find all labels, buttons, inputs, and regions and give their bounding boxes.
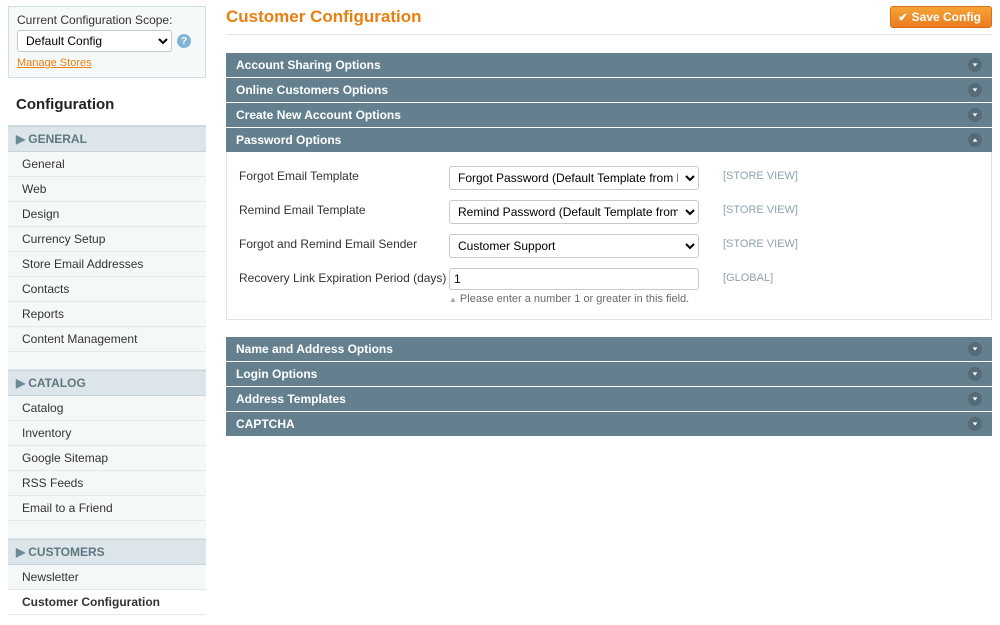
sidebar-item-catalog[interactable]: Catalog — [8, 396, 206, 421]
accordion-captcha[interactable]: CAPTCHA — [226, 411, 992, 436]
sidebar-item-inventory[interactable]: Inventory — [8, 421, 206, 446]
chevron-down-icon — [968, 367, 982, 381]
manage-stores-link[interactable]: Manage Stores — [17, 57, 92, 69]
sidebar-item-content-management[interactable]: Content Management — [8, 327, 206, 352]
sidebar-item-store-email-addresses[interactable]: Store Email Addresses — [8, 252, 206, 277]
accordion: Account Sharing Options Online Customers… — [226, 53, 992, 436]
recovery-label: Recovery Link Expiration Period (days) — [239, 268, 449, 285]
scope-tag: [STORE VIEW] — [723, 200, 798, 216]
recovery-hint: ▲Please enter a number 1 or greater in t… — [449, 293, 699, 305]
accordion-header-label: Create New Account Options — [236, 108, 401, 122]
sidebar-item-customer-configuration[interactable]: Customer Configuration — [8, 590, 206, 615]
content-header: Customer Configuration ✔ Save Config — [226, 6, 992, 35]
nav-section-header[interactable]: ▶CATALOG — [8, 370, 206, 396]
sidebar-item-currency-setup[interactable]: Currency Setup — [8, 227, 206, 252]
accordion-header-label: Name and Address Options — [236, 342, 393, 356]
help-icon[interactable]: ? — [177, 34, 191, 48]
main-content: Customer Configuration ✔ Save Config Acc… — [226, 6, 992, 615]
scope-tag: [STORE VIEW] — [723, 234, 798, 250]
scope-box: Current Configuration Scope: Default Con… — [8, 6, 206, 78]
configuration-heading: Configuration — [8, 86, 206, 126]
chevron-down-icon — [968, 108, 982, 122]
sender-select[interactable]: Customer Support — [449, 234, 699, 258]
sender-label: Forgot and Remind Email Sender — [239, 234, 449, 251]
page-title: Customer Configuration — [226, 7, 422, 27]
recovery-input[interactable] — [449, 268, 699, 290]
chevron-down-icon — [968, 392, 982, 406]
nav-section-header[interactable]: ▶GENERAL — [8, 126, 206, 152]
sidebar-item-contacts[interactable]: Contacts — [8, 277, 206, 302]
chevron-down-icon — [968, 83, 982, 97]
nav-section-spacer — [8, 352, 206, 370]
chevron-down-icon — [968, 58, 982, 72]
chevron-down-icon — [968, 342, 982, 356]
save-config-label: Save Config — [912, 10, 981, 24]
password-options-body: Forgot Email Template Forgot Password (D… — [226, 152, 992, 320]
accordion-name-address[interactable]: Name and Address Options — [226, 336, 992, 361]
save-config-button[interactable]: ✔ Save Config — [890, 6, 992, 28]
accordion-header-label: Account Sharing Options — [236, 58, 381, 72]
accordion-header-label: Online Customers Options — [236, 83, 388, 97]
sidebar-item-email-to-a-friend[interactable]: Email to a Friend — [8, 496, 206, 521]
sidebar-item-newsletter[interactable]: Newsletter — [8, 565, 206, 590]
sidebar-item-web[interactable]: Web — [8, 177, 206, 202]
sidebar-item-general[interactable]: General — [8, 152, 206, 177]
nav-section-body: CatalogInventoryGoogle SitemapRSS FeedsE… — [8, 396, 206, 521]
recovery-hint-text: Please enter a number 1 or greater in th… — [460, 293, 689, 305]
chevron-up-icon — [968, 133, 982, 147]
scope-select[interactable]: Default Config — [17, 30, 172, 52]
arrow-right-icon: ▶ — [16, 376, 25, 390]
sidebar-item-rss-feeds[interactable]: RSS Feeds — [8, 471, 206, 496]
accordion-header-label: CAPTCHA — [236, 417, 295, 431]
hint-triangle-icon: ▲ — [449, 295, 457, 304]
check-icon: ✔ — [898, 11, 907, 24]
nav-section-header[interactable]: ▶CUSTOMERS — [8, 539, 206, 565]
sidebar: Current Configuration Scope: Default Con… — [8, 6, 206, 615]
accordion-address-templates[interactable]: Address Templates — [226, 386, 992, 411]
accordion-login-options[interactable]: Login Options — [226, 361, 992, 386]
nav-section-body: GeneralWebDesignCurrency SetupStore Emai… — [8, 152, 206, 352]
remind-template-label: Remind Email Template — [239, 200, 449, 217]
nav-section-spacer — [8, 521, 206, 539]
scope-tag: [STORE VIEW] — [723, 166, 798, 182]
arrow-right-icon: ▶ — [16, 132, 25, 146]
accordion-spacer — [226, 320, 992, 336]
arrow-right-icon: ▶ — [16, 545, 25, 559]
accordion-header-label: Password Options — [236, 133, 341, 147]
accordion-header-label: Login Options — [236, 367, 317, 381]
sidebar-item-design[interactable]: Design — [8, 202, 206, 227]
accordion-account-sharing[interactable]: Account Sharing Options — [226, 53, 992, 77]
sidebar-item-reports[interactable]: Reports — [8, 302, 206, 327]
sidebar-item-google-sitemap[interactable]: Google Sitemap — [8, 446, 206, 471]
scope-label: Current Configuration Scope: — [17, 13, 197, 27]
accordion-create-account[interactable]: Create New Account Options — [226, 102, 992, 127]
accordion-password-options[interactable]: Password Options — [226, 127, 992, 152]
chevron-down-icon — [968, 417, 982, 431]
nav-section-body: NewsletterCustomer Configuration — [8, 565, 206, 615]
forgot-template-select[interactable]: Forgot Password (Default Template from L… — [449, 166, 699, 190]
accordion-online-customers[interactable]: Online Customers Options — [226, 77, 992, 102]
accordion-header-label: Address Templates — [236, 392, 346, 406]
scope-tag: [GLOBAL] — [723, 268, 773, 284]
remind-template-select[interactable]: Remind Password (Default Template from L… — [449, 200, 699, 224]
forgot-template-label: Forgot Email Template — [239, 166, 449, 183]
